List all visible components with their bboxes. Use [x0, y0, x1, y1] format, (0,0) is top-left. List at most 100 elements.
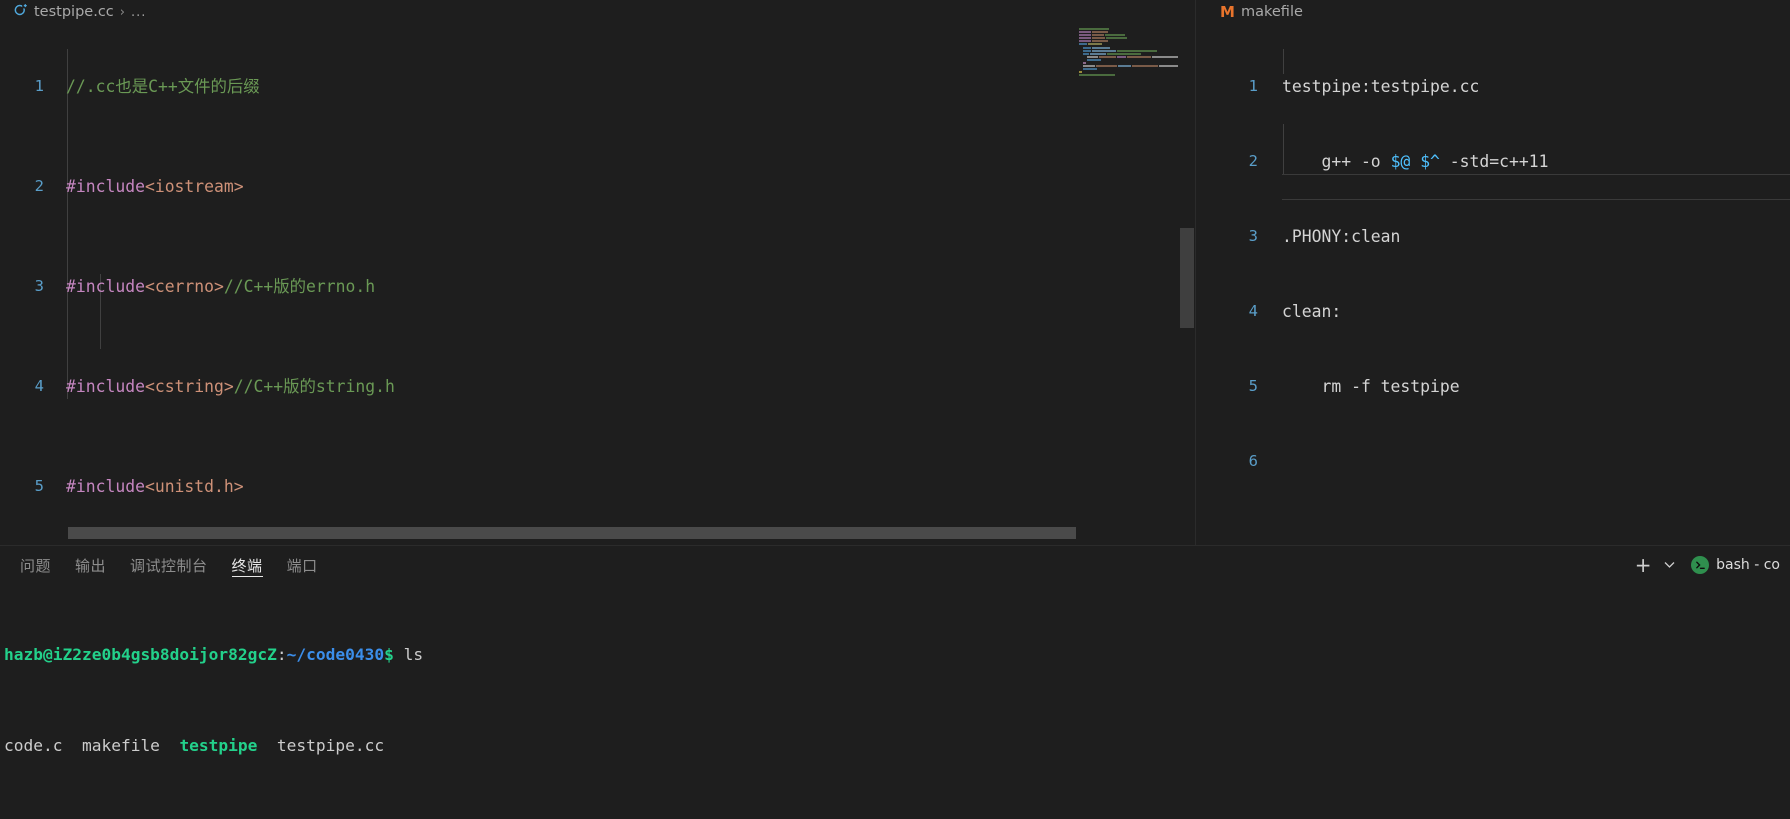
code-token: 也是C++文件的后缀	[115, 77, 260, 96]
code-token: g++ -o	[1282, 152, 1391, 171]
minimap-line	[1076, 49, 1178, 52]
line-number: 5	[1248, 377, 1258, 395]
tab-output[interactable]: 输出	[63, 546, 118, 584]
code-line[interactable]: 5 rm -f testpipe	[1196, 374, 1790, 399]
terminal-output-text: code.c makefile	[4, 735, 180, 755]
code-token: <cerrno>	[144, 277, 224, 296]
code-line[interactable]: 1 //.cc也是C++文件的后缀	[0, 74, 1196, 99]
tab-terminal[interactable]: 终端	[220, 546, 275, 584]
scrollbar-thumb[interactable]	[1180, 228, 1194, 328]
minimap-line	[1076, 31, 1178, 34]
code-line[interactable]: 3 #include<cerrno>//C++版的errno.h	[0, 274, 1196, 299]
terminal-output-dir: testpipe	[179, 735, 258, 755]
terminal-command: ls	[393, 644, 424, 664]
terminal-output[interactable]: hazb@iZ2ze0b4gsb8doijor82gcZ:~/code0430$…	[0, 584, 1790, 819]
terminal-output-text: testpipe.cc	[257, 735, 385, 755]
minimap-line	[1076, 68, 1178, 71]
code-token: -std=c++11	[1439, 152, 1549, 171]
minimap-line	[1076, 34, 1178, 37]
minimap-line	[1076, 65, 1178, 68]
code-token: #include	[66, 177, 145, 196]
scrollbar-thumb[interactable]	[68, 527, 1078, 539]
minimap-line	[1076, 71, 1178, 74]
breadcrumb[interactable]: testpipe.cc › ...	[0, 0, 1196, 24]
code-token: <iostream>	[144, 177, 244, 196]
terminal-prompt-user: hazb@iZ2ze0b4gsb8doijor82gcZ	[4, 644, 277, 664]
code-line[interactable]: 5 #include<unistd.h>	[0, 474, 1196, 499]
tab-ports[interactable]: 端口	[275, 546, 330, 584]
code-token: <unistd.h>	[144, 477, 244, 496]
panel-tabs: 问题 输出 调试控制台 终端 端口	[8, 546, 330, 584]
code-editor-right[interactable]: 1 testpipe:testpipe.cc 2 g++ -o $@ $^ -st…	[1196, 24, 1790, 545]
current-line-highlight	[1282, 199, 1790, 200]
minimap-line	[1076, 43, 1178, 46]
line-number: 3	[34, 277, 44, 295]
code-token: #include	[66, 477, 145, 496]
code-token: //.cc	[66, 77, 116, 96]
chevron-down-icon[interactable]	[1659, 551, 1679, 579]
code-line[interactable]: 2 g++ -o $@ $^ -std=c++11	[1196, 149, 1790, 174]
tab-problems[interactable]: 问题	[8, 546, 63, 584]
line-number: 5	[34, 477, 44, 495]
indent-guide	[1283, 49, 1284, 74]
line-number: 6	[1248, 452, 1258, 470]
code-token: //C++版的string.h	[233, 377, 395, 396]
code-token: $@	[1390, 152, 1411, 171]
tab-debug-console[interactable]: 调试控制台	[118, 546, 220, 584]
indent-guide	[67, 49, 68, 399]
tab-label: 端口	[286, 556, 318, 575]
terminal-shell-icon	[1691, 556, 1710, 574]
terminal-prompt-dollar: $	[384, 644, 394, 664]
tab-label: 调试控制台	[130, 556, 208, 575]
vscode-window: testpipe.cc › ... 1 //.cc也是C++文件的后缀 2 #inc…	[0, 0, 1790, 819]
tab-label: 输出	[75, 556, 107, 575]
editor-horizontal-scrollbar[interactable]	[0, 527, 1078, 539]
code-content-right: 1 testpipe:testpipe.cc 2 g++ -o $@ $^ -st…	[1196, 24, 1790, 524]
code-line[interactable]: 3 .PHONY:clean	[1196, 224, 1790, 249]
code-line[interactable]: 6	[1196, 449, 1790, 474]
terminal-prompt-path: ~/code0430	[286, 644, 385, 664]
minimap[interactable]	[1076, 0, 1178, 545]
code-editor-left[interactable]: 1//.cc也是C++文件的后缀 2 #include<iostream> 3 #i…	[0, 24, 1196, 545]
breadcrumb-file[interactable]: testpipe.cc	[34, 4, 114, 20]
breadcrumb-ellipsis[interactable]: ...	[131, 5, 146, 20]
terminal-prompt-colon: :	[276, 644, 287, 664]
minimap-line	[1076, 46, 1178, 49]
cpp-file-icon	[13, 3, 28, 21]
bottom-panel: 问题 输出 调试控制台 终端 端口 + bash - co hazb@iZ2ze…	[0, 545, 1790, 819]
code-token: #include	[66, 277, 145, 296]
terminal-profile-select[interactable]: bash - co	[1681, 556, 1786, 574]
panel-header: 问题 输出 调试控制台 终端 端口 + bash - co	[0, 546, 1790, 584]
code-token: <cstring>	[144, 377, 234, 396]
code-token: $^	[1420, 152, 1440, 171]
code-content-left: 1//.cc也是C++文件的后缀 2 #include<iostream> 3 #i…	[0, 24, 1196, 545]
code-token: rm -f testpipe	[1282, 377, 1460, 396]
code-line[interactable]: 4 #include<cstring>//C++版的string.h	[0, 374, 1196, 399]
line-number: 3	[1248, 227, 1258, 245]
breadcrumb-file[interactable]: makefile	[1241, 4, 1303, 20]
terminal-line: code.c makefile testpipe testpipe.cc	[4, 735, 1790, 758]
line-number: 4	[34, 377, 44, 395]
code-line[interactable]: 1 testpipe:testpipe.cc	[1196, 74, 1790, 99]
editor-area: testpipe.cc › ... 1 //.cc也是C++文件的后缀 2 #inc…	[0, 0, 1790, 545]
new-terminal-icon[interactable]: +	[1629, 551, 1657, 579]
editor-group-left: testpipe.cc › ... 1 //.cc也是C++文件的后缀 2 #inc…	[0, 0, 1196, 545]
code-token: //C++版的errno.h	[223, 277, 376, 296]
editor-group-right: M makefile 1 testpipe:testpipe.cc 2 g++ -…	[1196, 0, 1790, 545]
line-number: 4	[1248, 302, 1258, 320]
code-line[interactable]: 2 #include<iostream>	[0, 174, 1196, 199]
terminal-profile-label: bash - co	[1716, 557, 1780, 573]
editor-vertical-scrollbar[interactable]	[1178, 0, 1196, 545]
minimap-line	[1076, 40, 1178, 43]
minimap-line	[1076, 55, 1178, 58]
tab-label: 问题	[20, 556, 52, 575]
code-token: testpipe:testpipe.cc	[1282, 77, 1480, 96]
code-line[interactable]: 4 clean:	[1196, 299, 1790, 324]
breadcrumb-makefile[interactable]: M makefile	[1196, 0, 1790, 24]
line-number: 2	[1248, 152, 1258, 170]
line-number: 1	[1248, 77, 1258, 95]
minimap-line	[1076, 28, 1178, 30]
current-line-highlight	[1282, 174, 1790, 175]
line-number: 2	[34, 177, 44, 195]
